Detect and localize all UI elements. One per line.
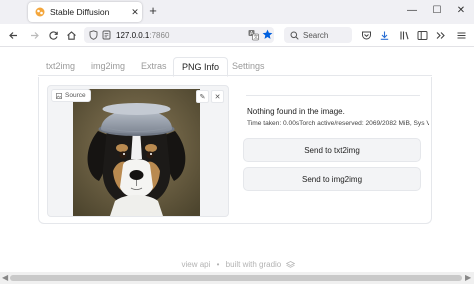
source-image-box[interactable]: Source ✎ ✕ — [47, 85, 229, 217]
send-to-txt2img-button[interactable]: Send to txt2img — [243, 138, 421, 162]
browser-tab-title: Stable Diffusion — [50, 7, 110, 17]
output-divider — [246, 95, 420, 96]
tab-extras[interactable]: Extras — [141, 61, 167, 71]
shield-icon[interactable] — [89, 30, 98, 40]
url-host: 127.0.0.1 — [116, 30, 150, 40]
send-to-img2img-button[interactable]: Send to img2img — [243, 167, 421, 191]
scroll-left-icon[interactable]: ◀ — [2, 273, 8, 282]
scroll-right-icon[interactable]: ▶ — [465, 273, 471, 282]
image-icon — [56, 92, 62, 99]
browser-tab[interactable]: Stable Diffusion ✕ — [28, 2, 142, 22]
search-icon — [290, 31, 299, 40]
search-placeholder: Search — [303, 30, 329, 40]
downloads-icon[interactable] — [377, 28, 391, 42]
page-info-icon[interactable] — [102, 30, 111, 40]
page-content: txt2img img2img Extras PNG Info Settings… — [0, 47, 474, 284]
translate-icon[interactable]: A文 — [248, 29, 259, 41]
horizontal-scrollbar[interactable]: ◀ ▶ — [0, 272, 474, 284]
tab-settings[interactable]: Settings — [232, 61, 265, 71]
png-info-panel: Source ✎ ✕ Nothing found in the image. T… — [38, 77, 432, 224]
tabs-divider — [38, 75, 432, 76]
url-port: :7860 — [149, 30, 170, 40]
nav-toolbar: 127.0.0.1:7860 A文 Search — [0, 24, 474, 47]
scrollbar-thumb[interactable] — [10, 275, 462, 281]
back-icon[interactable] — [6, 28, 20, 42]
tab-img2img[interactable]: img2img — [91, 61, 125, 71]
pocket-icon[interactable] — [359, 28, 373, 42]
library-icon[interactable] — [397, 28, 411, 42]
home-icon[interactable] — [64, 28, 78, 42]
overflow-chevrons-icon[interactable] — [433, 28, 447, 42]
search-box[interactable]: Search — [284, 27, 352, 43]
dog-in-hat-image — [73, 89, 200, 216]
view-api-link[interactable]: view api — [181, 260, 210, 269]
window-close-button[interactable]: ✕ — [453, 5, 469, 17]
output-timing: Time taken: 0.00sTorch active/reserved: … — [247, 120, 429, 127]
forward-icon[interactable] — [27, 28, 41, 42]
tab-strip: Stable Diffusion ✕ + — ☐ ✕ — [0, 0, 474, 24]
tab-txt2img[interactable]: txt2img — [46, 61, 75, 71]
footer: view api • built with gradio — [0, 260, 474, 269]
source-label: Source — [51, 89, 91, 102]
tab-png-info[interactable]: PNG Info — [173, 57, 229, 77]
built-with-gradio-link[interactable]: built with gradio — [226, 260, 282, 269]
bookmark-star-icon[interactable] — [262, 29, 273, 40]
tab-close-icon[interactable]: ✕ — [128, 7, 142, 18]
url-bar[interactable]: 127.0.0.1:7860 A文 — [84, 27, 274, 43]
reader-view-icon[interactable] — [415, 28, 429, 42]
footer-separator: • — [216, 260, 220, 269]
minimize-button[interactable]: — — [404, 5, 420, 17]
image-actions: ✎ ✕ — [196, 90, 224, 103]
reload-icon[interactable] — [46, 28, 60, 42]
clear-image-icon[interactable]: ✕ — [211, 90, 224, 103]
source-label-text: Source — [65, 92, 86, 99]
output-message: Nothing found in the image. — [247, 107, 345, 116]
edit-icon[interactable]: ✎ — [196, 90, 209, 103]
new-tab-button[interactable]: + — [146, 4, 160, 18]
gradio-logo-icon — [285, 261, 295, 269]
maximize-button[interactable]: ☐ — [429, 5, 445, 17]
stable-diffusion-favicon-icon — [35, 7, 45, 17]
hamburger-menu-icon[interactable] — [454, 28, 468, 42]
svg-text:文: 文 — [254, 34, 259, 41]
